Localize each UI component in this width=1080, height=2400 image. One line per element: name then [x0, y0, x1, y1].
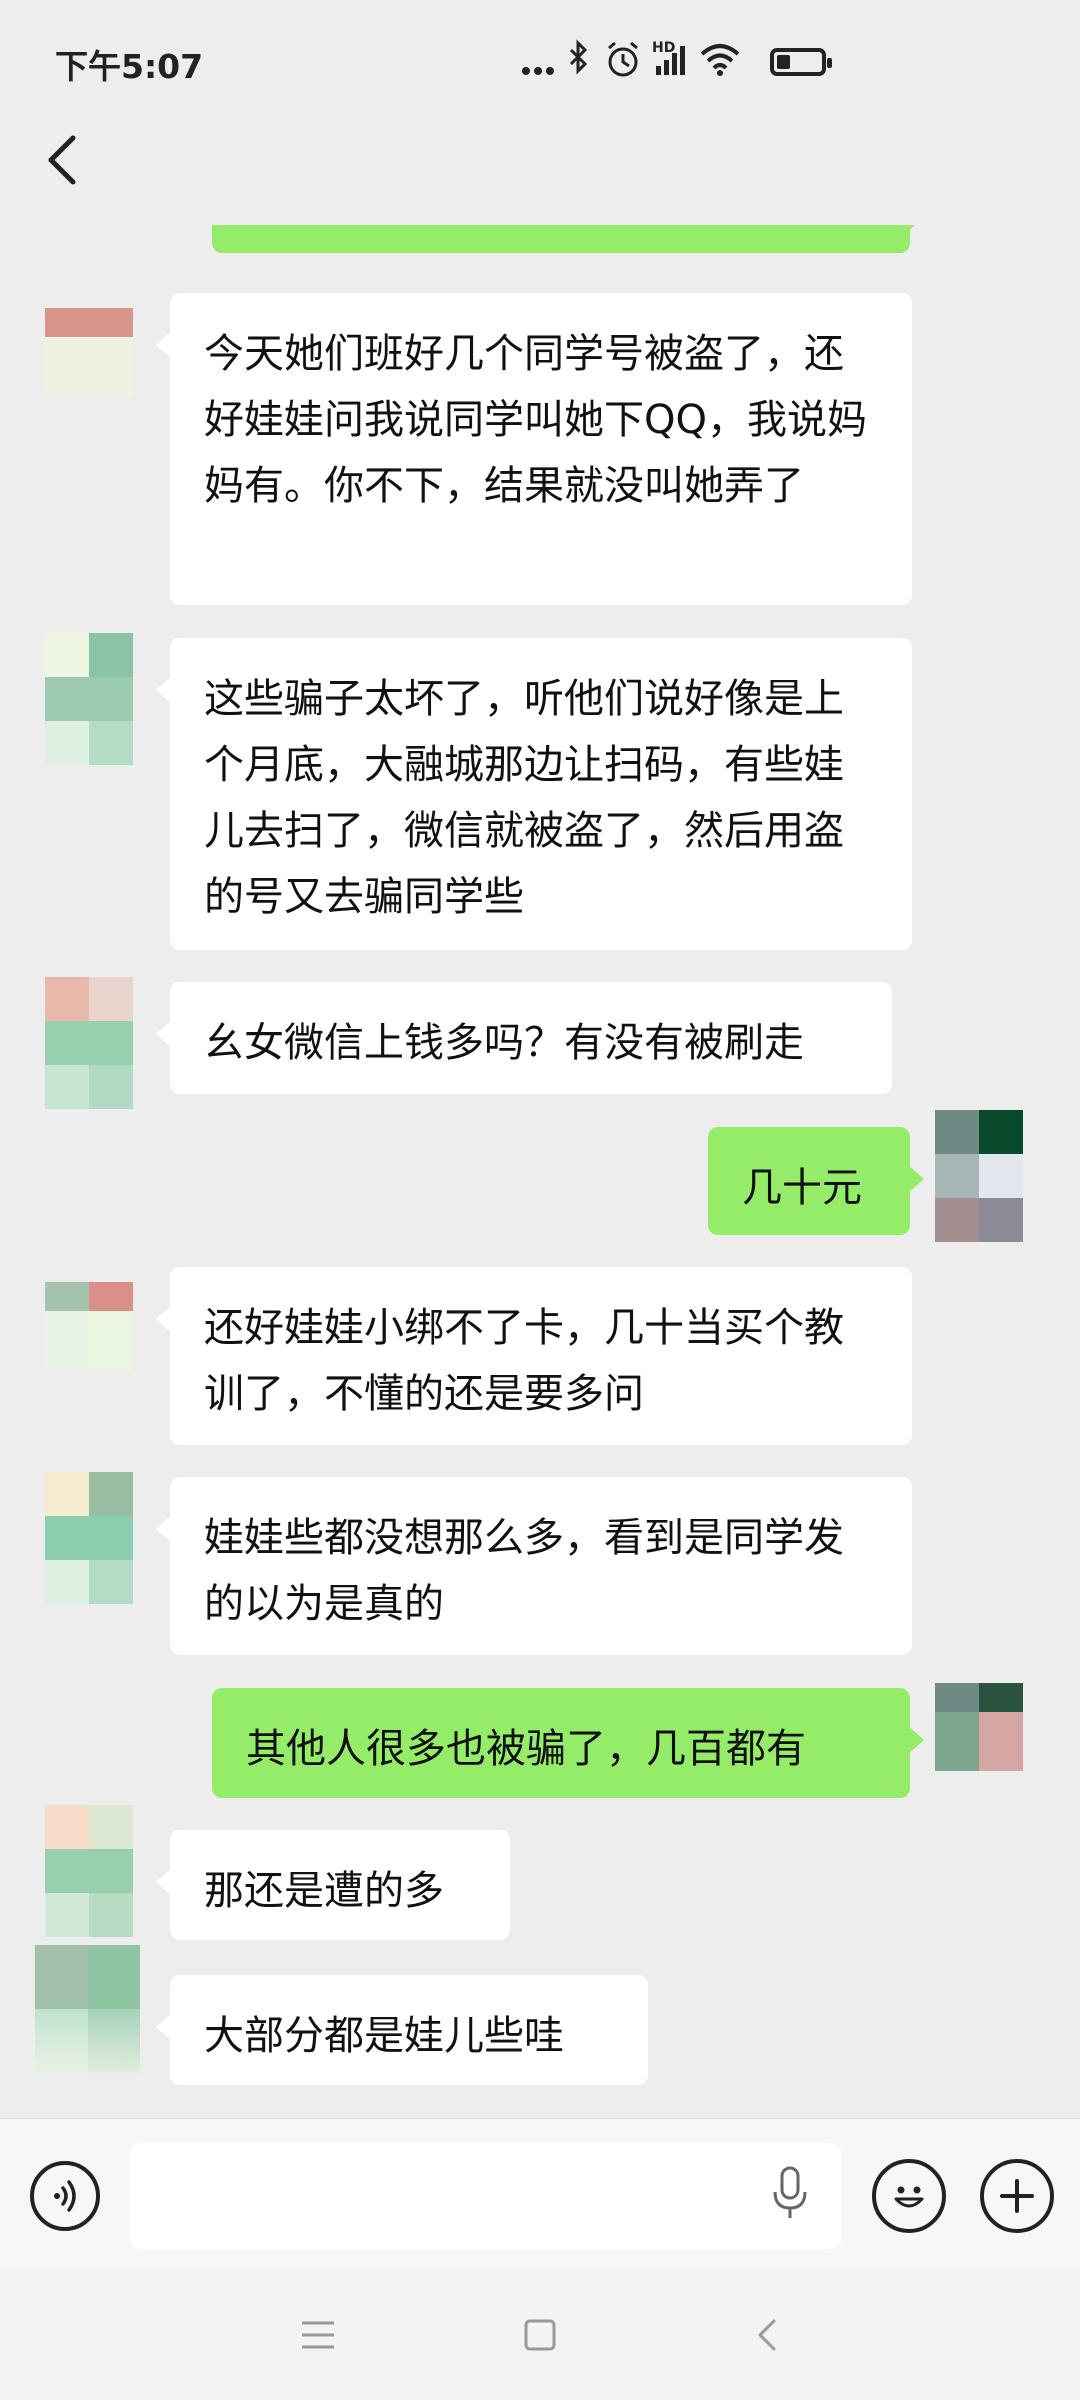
back-button[interactable]: [35, 130, 95, 210]
avatar[interactable]: [45, 633, 133, 765]
message-bubble-received[interactable]: 幺女微信上钱多吗？有没有被刷走: [156, 982, 892, 1094]
message-bubble-sent[interactable]: 几十元: [708, 1127, 924, 1235]
message-bubble-sent[interactable]: [212, 225, 924, 253]
message-input[interactable]: [130, 2143, 842, 2249]
more-dots-icon: [522, 67, 554, 75]
plus-button[interactable]: [980, 2159, 1054, 2233]
chat-header: [0, 130, 1080, 225]
emoji-icon: [894, 2186, 924, 2208]
input-bar: [0, 2118, 1080, 2271]
avatar[interactable]: [45, 308, 133, 396]
avatar[interactable]: [45, 1805, 133, 1937]
microphone-icon[interactable]: [770, 2164, 810, 2224]
message-bubble-received[interactable]: 今天她们班好几个同学号被盗了，还好娃娃问我说同学叫她下QQ，我说妈妈有。你不下，…: [156, 293, 912, 605]
battery-fill: [777, 55, 790, 69]
home-button[interactable]: [510, 2310, 570, 2360]
message-bubble-received[interactable]: 娃娃些都没想那么多，看到是同学发的以为是真的: [156, 1477, 912, 1655]
status-icons: HD: [520, 38, 740, 88]
avatar[interactable]: [935, 1683, 1023, 1771]
status-bar: 下午5:07 HD: [0, 0, 1080, 130]
home-icon: [524, 2319, 556, 2351]
message-bubble-received[interactable]: 大部分都是娃儿些哇: [156, 1975, 648, 2085]
system-nav-bar: [0, 2270, 1080, 2400]
message-bubble-received[interactable]: 那还是遭的多: [156, 1830, 510, 1940]
avatar[interactable]: [935, 225, 1023, 250]
back-triangle-icon: [758, 2319, 776, 2351]
nav-back-button[interactable]: [738, 2310, 798, 2360]
menu-icon: [302, 2321, 334, 2349]
avatar[interactable]: [35, 1945, 140, 2073]
avatar[interactable]: [45, 1282, 133, 1370]
chevron-left-icon: [48, 135, 76, 185]
status-time: 下午5:07: [55, 47, 204, 86]
bluetooth-icon: [569, 39, 588, 75]
voice-button[interactable]: [30, 2161, 100, 2231]
message-bubble-received[interactable]: 还好娃娃小绑不了卡，几十当买个教训了，不懂的还是要多问: [156, 1267, 912, 1445]
voice-icon: [54, 2180, 76, 2212]
message-bubble-received[interactable]: 这些骗子太坏了，听他们说好像是上个月底，大融城那边让扫码，有些娃儿去扫了，微信就…: [156, 638, 912, 950]
alarm-icon: [608, 41, 638, 77]
wifi-icon: [700, 44, 740, 76]
message-bubble-sent[interactable]: 其他人很多也被骗了，几百都有: [212, 1688, 924, 1798]
avatar[interactable]: [45, 977, 133, 1109]
plus-icon: [1000, 2179, 1034, 2213]
message-list[interactable]: 今天她们班好几个同学号被盗了，还好娃娃问我说同学叫她下QQ，我说妈妈有。你不下，…: [0, 225, 1080, 2115]
signal-icon: [656, 46, 685, 75]
avatar[interactable]: [935, 1110, 1023, 1242]
menu-button[interactable]: [288, 2310, 348, 2360]
battery-icon: [770, 48, 832, 76]
emoji-button[interactable]: [872, 2159, 946, 2233]
avatar[interactable]: [45, 1472, 133, 1604]
